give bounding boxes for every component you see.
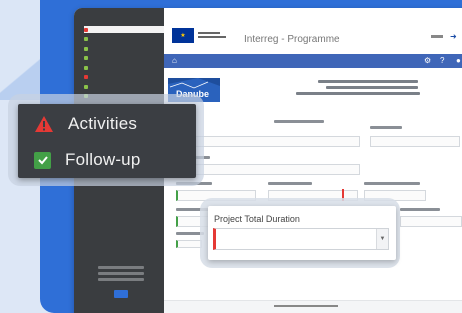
user-icon[interactable]: ● bbox=[456, 57, 461, 65]
sidebar-submit-button[interactable] bbox=[114, 290, 128, 298]
sidebar-item[interactable] bbox=[84, 83, 164, 90]
legend-row-follow-up: Follow-up bbox=[34, 150, 141, 170]
check-dot-icon bbox=[84, 46, 88, 51]
duration-callout: Project Total Duration ▼ bbox=[208, 206, 396, 260]
sidebar-item[interactable] bbox=[84, 74, 164, 81]
legend-label-follow-up: Follow-up bbox=[65, 150, 141, 169]
sidebar-item[interactable] bbox=[84, 26, 164, 33]
text-field[interactable] bbox=[370, 136, 460, 147]
checkbox-checked-icon bbox=[34, 151, 51, 169]
caret-down-icon[interactable]: ▼ bbox=[376, 229, 388, 249]
eu-text bbox=[198, 30, 226, 38]
text-field[interactable] bbox=[194, 136, 360, 147]
header-link[interactable] bbox=[431, 35, 443, 38]
text-field[interactable] bbox=[194, 164, 360, 175]
eu-flag-icon: ★ bbox=[172, 28, 194, 43]
sidebar-item[interactable] bbox=[84, 36, 164, 43]
sidebar-item[interactable] bbox=[84, 55, 164, 62]
footer-text bbox=[274, 305, 338, 307]
warning-triangle-icon bbox=[35, 116, 53, 132]
navbar: ⌂ ⚙ ? ● bbox=[164, 54, 462, 68]
warning-dot-icon bbox=[84, 75, 88, 79]
legend-row-activities: Activities bbox=[34, 114, 137, 134]
gear-icon[interactable]: ⚙ bbox=[424, 57, 431, 65]
help-icon[interactable]: ? bbox=[440, 57, 444, 65]
legend-label-activities: Activities bbox=[68, 114, 138, 133]
programme-banner: Danube bbox=[168, 78, 462, 102]
app-title: Interreg - Programme bbox=[244, 34, 340, 45]
sidebar-menu bbox=[84, 26, 164, 102]
check-dot-icon bbox=[84, 65, 88, 70]
sidebar-footer bbox=[98, 266, 144, 284]
home-icon[interactable]: ⌂ bbox=[172, 57, 177, 65]
text-field[interactable] bbox=[400, 216, 462, 227]
field-label: Project Total Duration bbox=[214, 214, 300, 224]
green-field[interactable] bbox=[176, 240, 202, 248]
duration-select[interactable]: ▼ bbox=[213, 228, 389, 250]
status-legend-callout: Activities Follow-up bbox=[18, 104, 196, 178]
check-dot-icon bbox=[84, 37, 88, 41]
warning-dot-icon bbox=[84, 27, 88, 32]
page-footer bbox=[164, 300, 462, 313]
check-dot-icon bbox=[84, 56, 88, 60]
chevron-icon[interactable]: ➜ bbox=[450, 32, 460, 41]
header: ★ Interreg - Programme ➜ bbox=[164, 8, 462, 52]
sidebar-item[interactable] bbox=[84, 64, 164, 71]
sidebar-item[interactable] bbox=[84, 45, 164, 52]
check-dot-icon bbox=[84, 84, 88, 89]
